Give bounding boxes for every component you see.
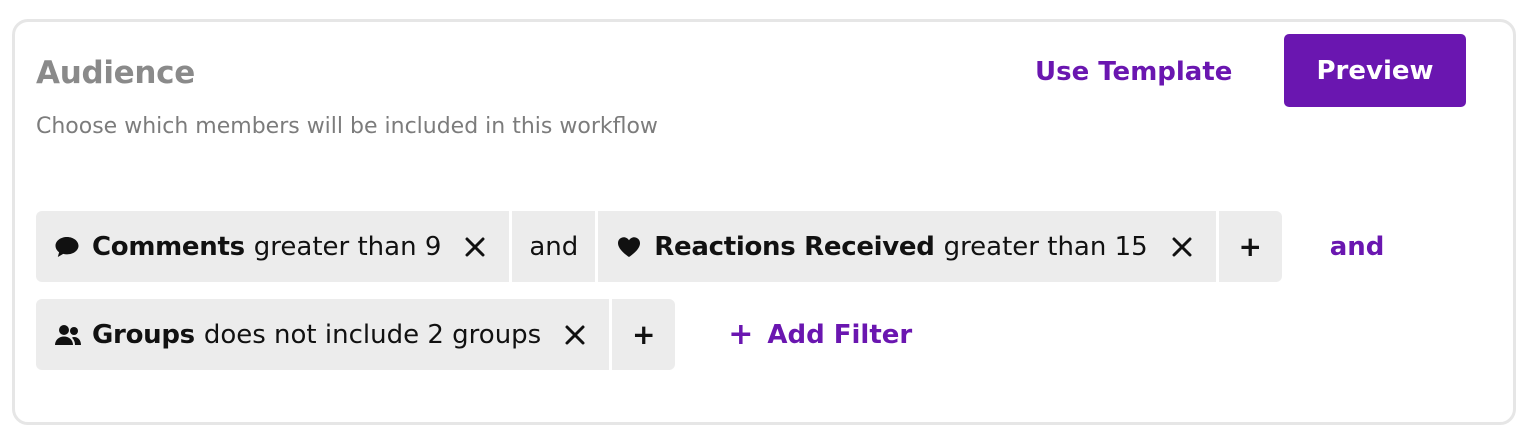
filter-condition: greater than 15 bbox=[943, 231, 1148, 262]
remove-filter-icon[interactable] bbox=[463, 235, 487, 259]
filter-chip-comments[interactable]: Comments greater than 9 bbox=[36, 211, 510, 282]
add-condition-button[interactable]: + bbox=[1218, 211, 1282, 282]
users-icon bbox=[54, 323, 82, 347]
filter-chip-groups[interactable]: Groups does not include 2 groups bbox=[36, 299, 610, 370]
add-filter-button[interactable]: + Add Filter bbox=[728, 317, 912, 352]
comment-icon bbox=[54, 235, 82, 259]
remove-filter-icon[interactable] bbox=[1170, 235, 1194, 259]
filter-condition: greater than 9 bbox=[253, 231, 442, 262]
filter-condition: does not include 2 groups bbox=[203, 319, 542, 350]
section-subtitle: Choose which members will be included in… bbox=[36, 114, 658, 139]
section-title: Audience bbox=[36, 55, 195, 91]
filter-field: Groups bbox=[92, 319, 195, 350]
remove-filter-icon[interactable] bbox=[563, 323, 587, 347]
plus-icon: + bbox=[728, 317, 754, 352]
filter-row-2: Groups does not include 2 groups + + Add… bbox=[36, 299, 912, 370]
filter-chip-reactions[interactable]: Reactions Received greater than 15 bbox=[598, 211, 1216, 282]
filter-field: Reactions Received bbox=[654, 231, 935, 262]
add-filter-label: Add Filter bbox=[767, 319, 913, 350]
heart-icon bbox=[616, 235, 644, 259]
use-template-button[interactable]: Use Template bbox=[1035, 54, 1232, 90]
filter-joiner[interactable]: and bbox=[512, 211, 596, 282]
filter-row-1: Comments greater than 9 and Reactions Re… bbox=[36, 211, 1384, 282]
preview-button-label: Preview bbox=[1316, 55, 1434, 86]
group-joiner-and[interactable]: and bbox=[1330, 232, 1385, 262]
add-condition-button[interactable]: + bbox=[612, 299, 676, 370]
preview-button[interactable]: Preview bbox=[1284, 34, 1466, 107]
filter-field: Comments bbox=[92, 231, 245, 262]
